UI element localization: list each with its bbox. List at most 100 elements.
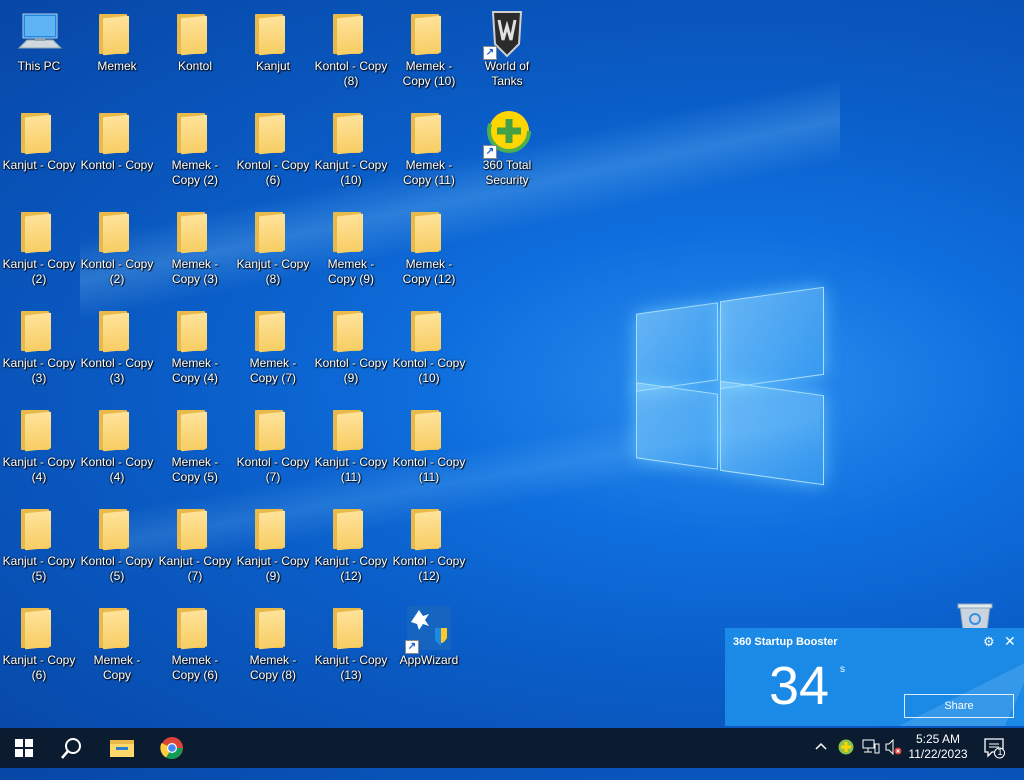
desktop-icon[interactable]: Kontol - Copy (5) (78, 499, 156, 585)
desktop-icon-glyph (171, 505, 219, 553)
taskbar: 5:25 AM 11/22/2023 1 (0, 728, 1024, 768)
desktop-icon[interactable]: Memek - Copy (12) (390, 202, 468, 288)
desktop-icon[interactable]: Kanjut - Copy (8) (234, 202, 312, 288)
desktop-icon[interactable]: Kontol - Copy (10) (390, 301, 468, 387)
desktop-icon-label: Kontol - Copy (80, 158, 154, 172)
desktop-icon-glyph: ↗ (483, 10, 531, 60)
desktop-icon-glyph (327, 307, 375, 355)
folder-icon (333, 410, 363, 452)
desktop-icon-label: Kontol - Copy (3) (80, 356, 154, 385)
folder-icon (177, 212, 207, 254)
desktop-icon-label: Memek - Copy (10) (402, 59, 456, 88)
desktop-icon[interactable]: Kontol - Copy (7) (234, 400, 312, 486)
folder-icon (177, 113, 207, 155)
desktop-icon-glyph (93, 505, 141, 553)
desktop-icon-label: Memek - Copy (9) (327, 257, 375, 286)
desktop-icon[interactable]: ↗ World of Tanks (468, 4, 546, 90)
desktop-icon-glyph (405, 406, 453, 454)
desktop-icon[interactable]: Memek - Copy (10) (390, 4, 468, 90)
desktop-icon-glyph (405, 10, 453, 58)
desktop-icon-glyph (171, 307, 219, 355)
show-hidden-icons-chevron-icon[interactable] (814, 740, 828, 780)
folder-icon (255, 410, 285, 452)
desktop-icon[interactable]: Kanjut - Copy (6) (0, 598, 78, 684)
desktop-icon[interactable]: Kontol - Copy (4) (78, 400, 156, 486)
desktop-icon[interactable]: Kontol - Copy (2) (78, 202, 156, 288)
desktop-icon[interactable]: Memek (78, 4, 156, 75)
desktop-icon-glyph (405, 208, 453, 256)
folder-icon (255, 509, 285, 551)
close-icon[interactable]: ✕ (1004, 633, 1016, 650)
desktop-icon[interactable]: Memek - Copy (2) (156, 103, 234, 189)
clock[interactable]: 5:25 AM 11/22/2023 (898, 732, 978, 762)
folder-icon (21, 113, 51, 155)
desktop-icon-glyph (327, 406, 375, 454)
shortcut-arrow-icon: ↗ (405, 640, 419, 654)
recycle-bin-icon[interactable] (956, 600, 994, 631)
desktop-icon[interactable]: Kanjut - Copy (0, 103, 78, 174)
desktop-icon[interactable]: Memek - Copy (8) (234, 598, 312, 684)
desktop-icon[interactable]: ↗ 360 Total Security (468, 103, 546, 189)
desktop-icon[interactable]: Memek - Copy (9) (312, 202, 390, 288)
desktop-icon-label: Kanjut - Copy (6) (2, 653, 76, 682)
desktop-icon-glyph (15, 406, 63, 454)
desktop-icon-glyph (249, 604, 297, 652)
desktop-icon[interactable]: Memek - Copy (78, 598, 156, 684)
desktop-icon[interactable]: Memek - Copy (3) (156, 202, 234, 288)
desktop-icon[interactable]: Kanjut - Copy (3) (0, 301, 78, 387)
desktop-icon-label: Kontol - Copy (2) (80, 257, 154, 286)
desktop-icon[interactable]: Kontol - Copy (78, 103, 156, 174)
gear-icon[interactable]: ⚙ (983, 634, 995, 650)
desktop-icon-glyph (171, 208, 219, 256)
desktop-icon[interactable]: This PC (0, 4, 78, 75)
360-tray-icon[interactable] (838, 739, 854, 779)
desktop-icon-label: World of Tanks (484, 59, 530, 88)
start-button[interactable] (0, 728, 48, 768)
desktop-icon[interactable]: Kanjut (234, 4, 312, 75)
desktop-icon[interactable]: Memek - Copy (4) (156, 301, 234, 387)
desktop-icon[interactable]: Memek - Copy (5) (156, 400, 234, 486)
desktop-icon[interactable]: Kanjut - Copy (5) (0, 499, 78, 585)
desktop-icon[interactable]: Kanjut - Copy (12) (312, 499, 390, 585)
desktop-icon-label: Kontol - Copy (9) (314, 356, 388, 385)
desktop-icon-glyph (171, 109, 219, 157)
shortcut-arrow-icon: ↗ (483, 145, 497, 159)
desktop-icon[interactable]: Kanjut - Copy (4) (0, 400, 78, 486)
folder-icon (255, 113, 285, 155)
boot-time-unit: s (840, 664, 845, 675)
desktop-icon[interactable]: ↗ AppWizard (390, 598, 468, 669)
folder-icon (21, 212, 51, 254)
desktop-icon[interactable]: Kanjut - Copy (11) (312, 400, 390, 486)
desktop-icon[interactable]: Kontol - Copy (3) (78, 301, 156, 387)
share-button[interactable]: Share (904, 694, 1014, 718)
desktop-icon[interactable]: Kontol - Copy (11) (390, 400, 468, 486)
desktop-icon[interactable]: Kanjut - Copy (7) (156, 499, 234, 585)
folder-icon (177, 410, 207, 452)
desktop-icon-glyph (93, 406, 141, 454)
desktop-icon-label: This PC (17, 59, 61, 73)
search-button[interactable] (48, 728, 96, 768)
file-explorer-button[interactable] (98, 728, 146, 768)
desktop-icon-label: Kanjut - Copy (10) (314, 158, 388, 187)
desktop-icon[interactable]: Kanjut - Copy (9) (234, 499, 312, 585)
desktop-icon[interactable]: Memek - Copy (7) (234, 301, 312, 387)
desktop-icon[interactable]: Kanjut - Copy (10) (312, 103, 390, 189)
chrome-icon (160, 737, 183, 759)
desktop-icon[interactable]: Kontol - Copy (8) (312, 4, 390, 90)
desktop-icon[interactable]: Kontol - Copy (12) (390, 499, 468, 585)
desktop-icon[interactable]: Kanjut - Copy (13) (312, 598, 390, 684)
network-icon[interactable] (862, 739, 880, 779)
desktop-icon[interactable]: Memek - Copy (11) (390, 103, 468, 189)
desktop-icon[interactable]: Kontol - Copy (6) (234, 103, 312, 189)
notification-center-button[interactable]: 1 (984, 737, 1006, 777)
desktop-icon[interactable]: Memek - Copy (6) (156, 598, 234, 684)
chrome-button[interactable] (148, 728, 196, 768)
desktop-icon-label: Memek - Copy (93, 653, 141, 682)
desktop-icon-glyph (171, 10, 219, 58)
desktop-icon-label: Kanjut - Copy (9) (236, 554, 310, 583)
folder-icon (255, 212, 285, 254)
folder-icon (333, 113, 363, 155)
desktop-icon[interactable]: Kanjut - Copy (2) (0, 202, 78, 288)
desktop-icon[interactable]: Kontol - Copy (9) (312, 301, 390, 387)
desktop-icon[interactable]: Kontol (156, 4, 234, 75)
